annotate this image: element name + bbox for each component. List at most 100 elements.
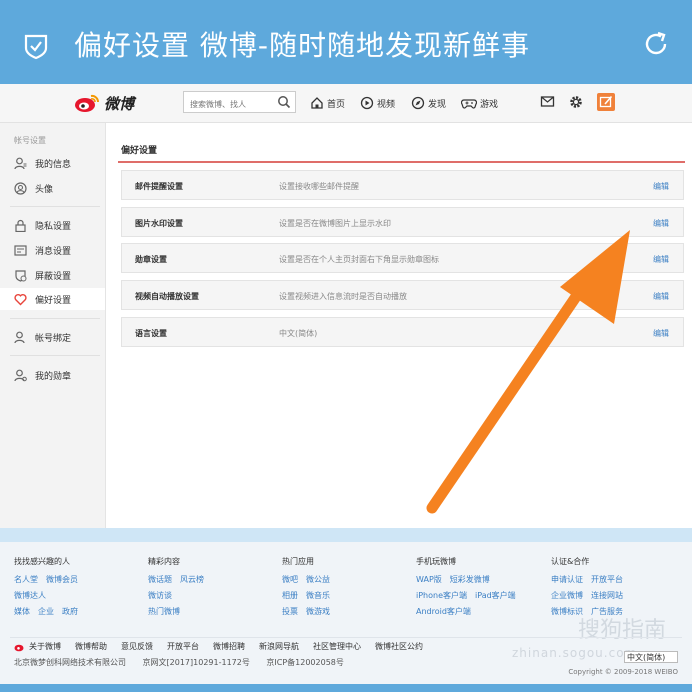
footer-link[interactable]: 微话题 <box>148 575 172 584</box>
weibo-top-nav: 微博 首页 视频 发现 游戏 <box>0 84 692 123</box>
footer-link[interactable]: 微博达人 <box>14 591 46 600</box>
edit-link[interactable]: 编辑 <box>653 218 669 229</box>
footer-link[interactable]: 微访谈 <box>148 591 172 600</box>
footer-link[interactable]: 关于微博 <box>29 641 61 652</box>
footer-link[interactable]: iPhone客户端 <box>416 591 467 600</box>
footer-col-apps: 热门应用 微吧 微公益 相册 微音乐 投票 微游戏 <box>282 557 330 616</box>
watermark-url: zhinan.sogou.com <box>512 646 638 660</box>
footer-link[interactable]: 开放平台 <box>167 641 199 652</box>
weibo-logo[interactable]: 微博 <box>74 92 134 114</box>
sidebar-item-message[interactable]: 消息设置 <box>0 239 105 261</box>
setting-row-language: 语言设置 中文(简体) 编辑 <box>121 317 684 347</box>
block-icon <box>15 269 27 282</box>
footer-link[interactable]: 广告服务 <box>591 607 623 616</box>
footer-links: 关于微博 微博帮助 意见反馈 开放平台 微博招聘 新浪网导航 社区管理中心 微博… <box>14 641 437 652</box>
gear-icon[interactable] <box>568 93 584 111</box>
mail-icon[interactable] <box>540 93 555 111</box>
footer-link[interactable]: 热门微博 <box>148 607 180 616</box>
footer-link[interactable]: 企业微博 <box>551 591 583 600</box>
nav-video[interactable]: 视频 <box>360 94 395 112</box>
footer-link[interactable]: 微博标识 <box>551 607 583 616</box>
refresh-icon[interactable] <box>642 30 670 58</box>
sidebar-item-medal[interactable]: 我的勋章 <box>0 364 105 386</box>
edit-link[interactable]: 编辑 <box>653 254 669 265</box>
edit-link[interactable]: 编辑 <box>653 181 669 192</box>
message-icon <box>14 244 27 256</box>
sidebar-item-block[interactable]: 屏蔽设置 <box>0 264 105 286</box>
settings-sidebar: 帐号设置 我的信息 头像 隐私设置 消息设置 屏蔽设置 偏好设置 帐号绑定 我的… <box>0 123 106 528</box>
company-info: 北京微梦创科网络技术有限公司 京网文[2017]10291-1172号 京ICP… <box>14 658 344 667</box>
shield-icon[interactable] <box>22 32 50 60</box>
logo-text: 微博 <box>104 94 135 113</box>
language-select[interactable]: 中文(简体) <box>624 651 678 663</box>
footer-col-people: 找找感兴趣的人 名人堂 微博会员 微博达人 媒体 企业 政府 <box>14 557 78 616</box>
setting-row-video-autoplay: 视频自动播放设置 设置视频进入信息流时是否自动播放 编辑 <box>121 280 684 310</box>
footer-col-content: 精彩内容 微话题 风云榜 微访谈 热门微博 <box>148 557 204 616</box>
footer-link[interactable]: WAP版 <box>416 575 442 584</box>
footer-link[interactable]: 媒体 <box>14 607 30 616</box>
search-input[interactable] <box>188 94 272 115</box>
sidebar-section-title: 帐号设置 <box>14 136 46 145</box>
game-icon <box>461 99 477 109</box>
setting-row-watermark: 图片水印设置 设置是否在微博图片上显示水印 编辑 <box>121 207 684 237</box>
footer-link[interactable]: 意见反馈 <box>121 641 153 652</box>
account-bind-icon <box>14 331 25 343</box>
footer-link[interactable]: 投票 <box>282 607 298 616</box>
footer-link[interactable]: 政府 <box>62 607 78 616</box>
discover-icon <box>411 96 425 110</box>
setting-row-medal: 勋章设置 设置是否在个人主页封面右下角显示勋章图标 编辑 <box>121 243 684 273</box>
footer-link[interactable]: 微游戏 <box>306 607 330 616</box>
sidebar-divider <box>10 206 100 207</box>
footer-link[interactable]: 微公益 <box>306 575 330 584</box>
footer-link[interactable]: 微博会员 <box>46 575 78 584</box>
avatar-icon <box>14 181 27 195</box>
search-icon[interactable] <box>277 95 291 109</box>
footer-link[interactable]: iPad客户端 <box>475 591 516 600</box>
footer-link[interactable]: 短彩发微博 <box>450 575 490 584</box>
footer-link[interactable]: 微博招聘 <box>213 641 245 652</box>
nav-discover[interactable]: 发现 <box>411 94 446 112</box>
sidebar-item-avatar[interactable]: 头像 <box>0 177 105 199</box>
footer-link[interactable]: 微吧 <box>282 575 298 584</box>
footer-link[interactable]: 微音乐 <box>306 591 330 600</box>
nav-home[interactable]: 首页 <box>310 94 345 112</box>
footer-col-partner: 认证&合作 申请认证 开放平台 企业微博 连接网站 微博标识 广告服务 <box>551 557 623 616</box>
search-box[interactable] <box>183 91 296 115</box>
footer-link[interactable]: 社区管理中心 <box>313 641 361 652</box>
sidebar-item-privacy[interactable]: 隐私设置 <box>0 214 105 236</box>
preference-panel: 偏好设置 邮件提醒设置 设置接收哪些邮件提醒 编辑 图片水印设置 设置是否在微博… <box>106 123 692 528</box>
footer-link[interactable]: 申请认证 <box>551 575 583 584</box>
sidebar-divider <box>10 318 100 319</box>
preference-icon <box>14 293 27 305</box>
footer-link[interactable]: Android客户端 <box>416 607 471 616</box>
copyright: Copyright © 2009-2018 WEIBO <box>568 668 678 676</box>
bottom-strip <box>0 684 692 692</box>
footer-divider <box>10 637 682 638</box>
weibo-logo-icon <box>75 94 100 112</box>
nav-game[interactable]: 游戏 <box>461 94 498 112</box>
footer-link[interactable]: 相册 <box>282 591 298 600</box>
lock-icon <box>15 219 26 232</box>
footer-link[interactable]: 新浪网导航 <box>259 641 299 652</box>
sidebar-item-account-bind[interactable]: 帐号绑定 <box>0 326 105 348</box>
edit-link[interactable]: 编辑 <box>653 291 669 302</box>
edit-link[interactable]: 编辑 <box>653 328 669 339</box>
footer-link[interactable]: 企业 <box>38 607 54 616</box>
footer-link[interactable]: 微博帮助 <box>75 641 107 652</box>
medal-icon <box>14 369 27 381</box>
footer-link[interactable]: 微博社区公约 <box>375 641 423 652</box>
sidebar-item-my-info[interactable]: 我的信息 <box>0 152 105 174</box>
footer-link[interactable]: 开放平台 <box>591 575 623 584</box>
footer-link[interactable]: 连接网站 <box>591 591 623 600</box>
footer-col-mobile: 手机玩微博 WAP版 短彩发微博 iPhone客户端 iPad客户端 Android… <box>416 557 516 616</box>
compose-icon[interactable] <box>597 93 615 111</box>
weibo-small-icon <box>14 644 24 651</box>
panel-title: 偏好设置 <box>121 146 158 156</box>
footer-link[interactable]: 名人堂 <box>14 575 38 584</box>
sidebar-item-preference[interactable]: 偏好设置 <box>0 288 105 310</box>
video-icon <box>360 96 374 110</box>
page-title: 偏好设置 微博-随时随地发现新鲜事 <box>74 29 531 62</box>
footer-strip <box>0 528 692 542</box>
footer-link[interactable]: 风云榜 <box>180 575 204 584</box>
setting-row-email: 邮件提醒设置 设置接收哪些邮件提醒 编辑 <box>121 170 684 200</box>
